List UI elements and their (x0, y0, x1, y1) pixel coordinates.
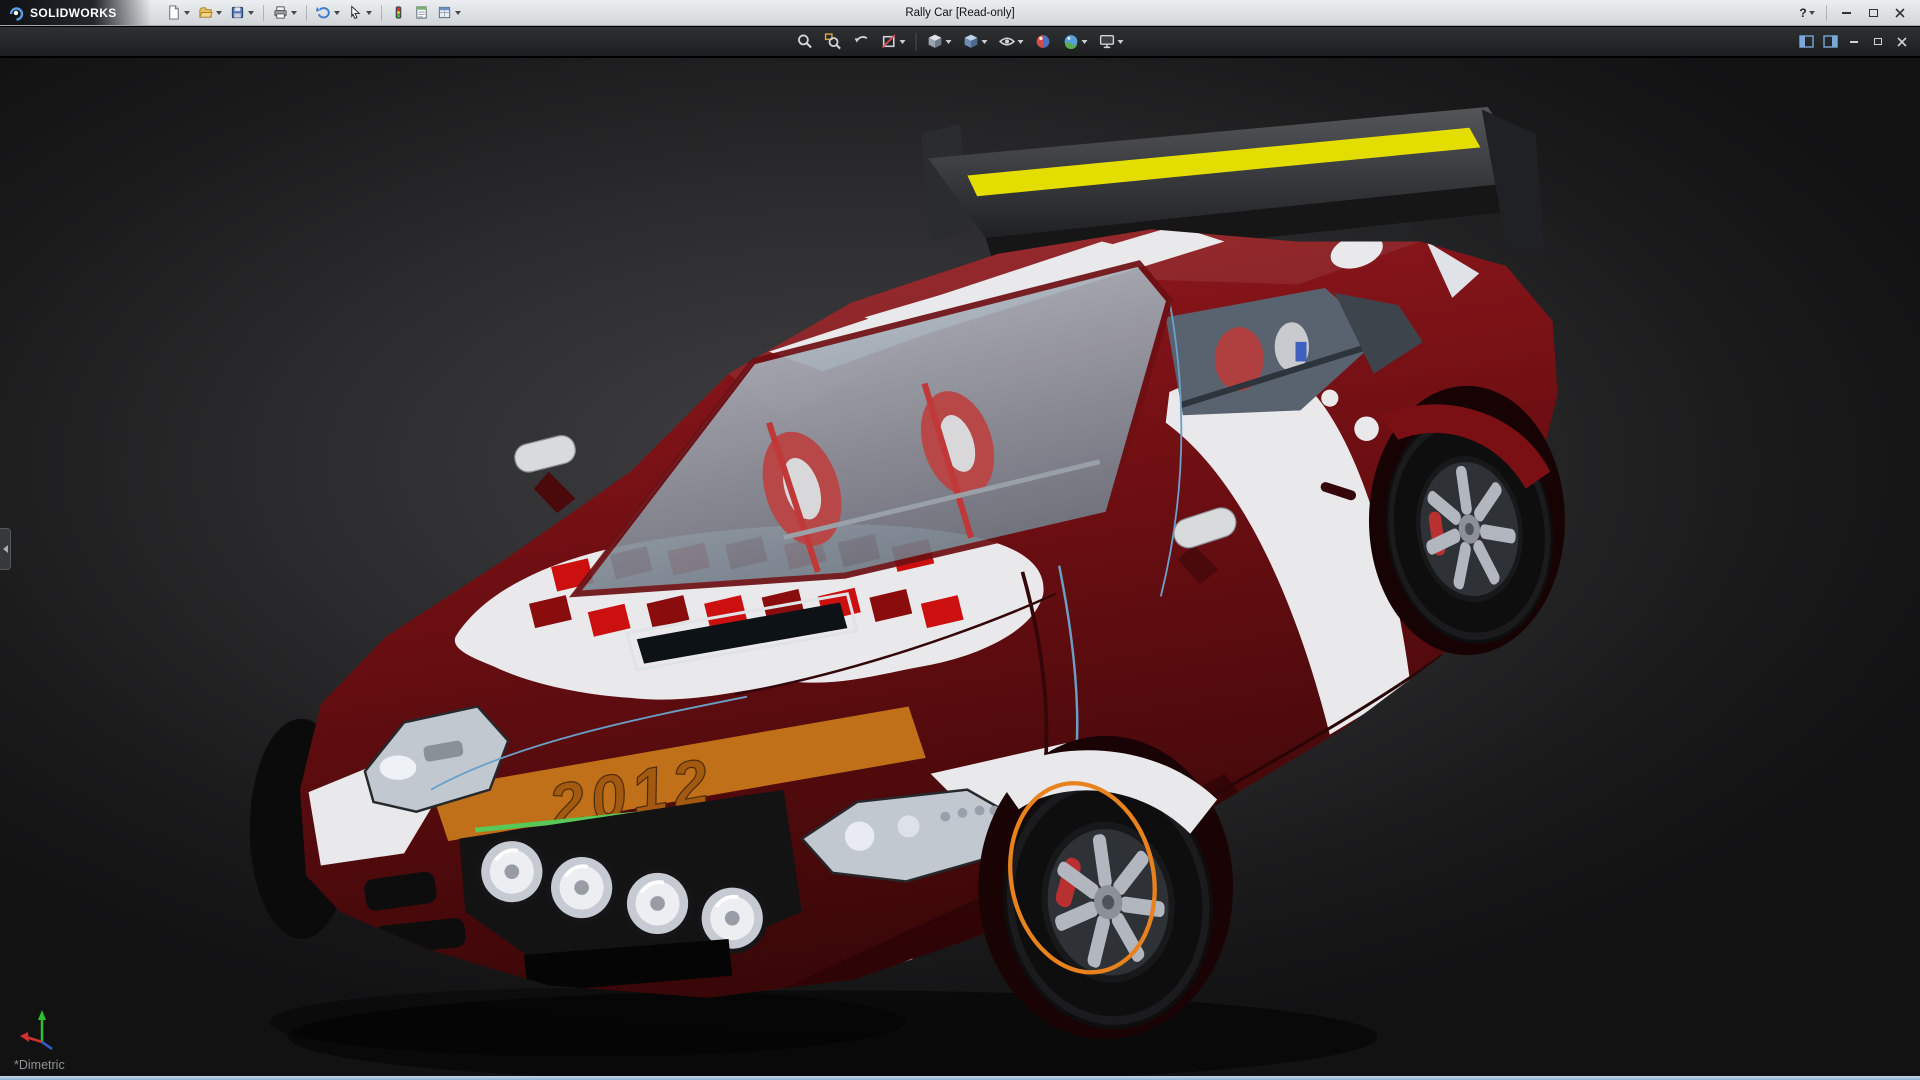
brand-text: SOLIDWORKS (30, 6, 117, 20)
dropdown-arrow-icon[interactable] (1809, 11, 1815, 15)
dropdown-arrow-icon[interactable] (248, 11, 254, 15)
open-folder-icon (198, 5, 213, 20)
select-button[interactable] (345, 2, 375, 24)
minimize-button[interactable] (1834, 3, 1858, 22)
view-orientation-button[interactable] (924, 30, 955, 54)
collapse-arrow-icon (3, 545, 8, 553)
help-glyph: ? (1799, 6, 1806, 20)
toolbar-separator (1826, 5, 1827, 21)
undo-button[interactable] (313, 2, 343, 24)
hide-show-items-button[interactable] (996, 30, 1027, 54)
dropdown-arrow-icon[interactable] (982, 40, 988, 44)
toolbar-separator (263, 5, 264, 21)
dropdown-arrow-icon[interactable] (184, 11, 190, 15)
save-icon (230, 5, 245, 20)
dropdown-arrow-icon[interactable] (216, 11, 222, 15)
edit-appearance-sphere-icon (1035, 33, 1052, 50)
toolbar-separator (381, 5, 382, 21)
dropdown-arrow-icon[interactable] (1082, 40, 1088, 44)
edit-appearance-button[interactable] (1032, 30, 1055, 54)
ground-shadow (269, 988, 1377, 1076)
file-properties-button[interactable] (411, 2, 432, 24)
section-view-button[interactable] (878, 30, 909, 54)
left-mirror (512, 433, 578, 513)
titlebar: SOLIDWORKS (0, 0, 1920, 26)
print-icon (273, 5, 288, 20)
options-gear-icon (437, 5, 452, 20)
view-settings-button[interactable] (1096, 30, 1127, 54)
restore-button[interactable] (1861, 3, 1885, 22)
panel-collapse-tab[interactable] (0, 528, 11, 570)
dropdown-arrow-icon[interactable] (455, 11, 461, 15)
open-button[interactable] (195, 2, 225, 24)
toolbar-separator (916, 33, 917, 51)
restore-icon (1874, 38, 1882, 45)
zoom-to-fit-button[interactable] (794, 30, 817, 54)
zoom-to-area-button[interactable] (822, 30, 845, 54)
dropdown-arrow-icon[interactable] (900, 40, 906, 44)
dropdown-arrow-icon[interactable] (366, 11, 372, 15)
close-icon (1895, 8, 1905, 18)
save-button[interactable] (227, 2, 257, 24)
doc-minimize-button[interactable] (1844, 33, 1864, 50)
status-strip (0, 1076, 1920, 1080)
doc-close-button[interactable] (1892, 33, 1912, 50)
minimize-icon (1842, 12, 1851, 14)
undo-icon (316, 5, 331, 20)
orientation-triad (20, 1006, 64, 1052)
new-document-icon (166, 5, 181, 20)
previous-view-icon (853, 33, 870, 50)
close-button[interactable] (1888, 3, 1912, 22)
dropdown-arrow-icon[interactable] (334, 11, 340, 15)
document-toolbar (0, 27, 1920, 57)
rebuild-button[interactable] (388, 2, 409, 24)
dropdown-arrow-icon[interactable] (1018, 40, 1024, 44)
minimize-icon (1850, 41, 1858, 43)
dropdown-arrow-icon[interactable] (946, 40, 952, 44)
window-title: Rally Car [Read-only] (905, 0, 1014, 26)
display-style-button[interactable] (960, 30, 991, 54)
window-controls: ? (1795, 3, 1920, 22)
print-button[interactable] (270, 2, 300, 24)
zoom-to-area-icon (825, 33, 842, 50)
rebuild-traffic-light-icon (391, 5, 406, 20)
pane-left-button[interactable] (1796, 33, 1816, 50)
select-cursor-icon (348, 5, 363, 20)
close-icon (1897, 37, 1907, 47)
section-view-icon (881, 33, 898, 50)
headsup-view-toolbar (794, 30, 1127, 54)
zoom-to-fit-icon (797, 33, 814, 50)
help-button[interactable]: ? (1795, 3, 1819, 22)
dropdown-arrow-icon[interactable] (291, 11, 297, 15)
standard-toolbar (151, 2, 464, 24)
document-window-controls (1796, 33, 1920, 50)
view-orientation-cube-icon (927, 33, 944, 50)
dropdown-arrow-icon[interactable] (1118, 40, 1124, 44)
app-brand: SOLIDWORKS (0, 0, 151, 25)
file-properties-icon (414, 5, 429, 20)
pane-left-icon (1799, 35, 1814, 48)
view-orientation-label: *Dimetric (14, 1058, 65, 1072)
new-document-button[interactable] (163, 2, 193, 24)
toolbar-separator (306, 5, 307, 21)
doc-restore-button[interactable] (1868, 33, 1888, 50)
pane-right-button[interactable] (1820, 33, 1840, 50)
apply-scene-button[interactable] (1060, 30, 1091, 54)
previous-view-button[interactable] (850, 30, 873, 54)
options-button[interactable] (434, 2, 464, 24)
view-settings-monitor-icon (1099, 33, 1116, 50)
restore-icon (1869, 9, 1878, 17)
apply-scene-icon (1063, 33, 1080, 50)
rally-car-model: 2012 (0, 58, 1920, 1076)
hide-show-eye-icon (999, 33, 1016, 50)
pane-right-icon (1823, 35, 1838, 48)
graphics-area[interactable]: 2012 (0, 58, 1920, 1076)
display-style-icon (963, 33, 980, 50)
solidworks-logo-icon (8, 5, 24, 21)
